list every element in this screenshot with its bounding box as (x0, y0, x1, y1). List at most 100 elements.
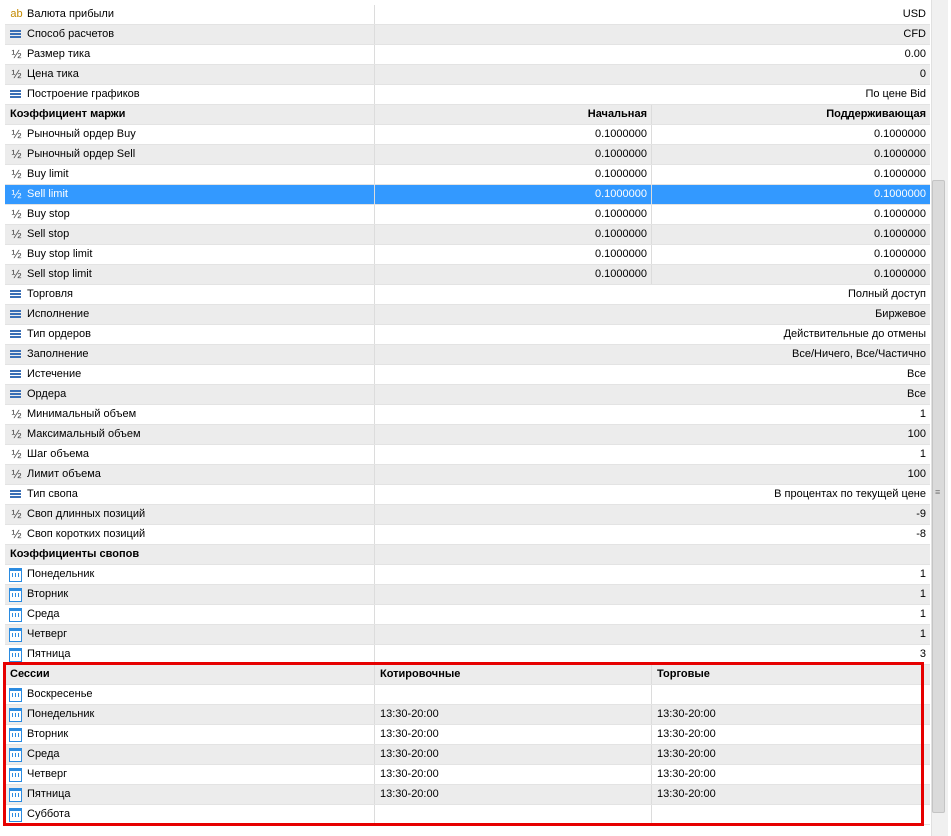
trading-row[interactable]: Шаг объема ½ 1 (5, 445, 930, 465)
property-row[interactable]: Цена тика ½ 0 (5, 65, 930, 85)
session-row[interactable]: Среда 13:30-20:00 13:30-20:00 (5, 745, 930, 765)
trading-row[interactable]: Своп коротких позиций ½ -8 (5, 525, 930, 545)
margin-maintenance-value: 0.1000000 (874, 228, 926, 240)
trading-label: Ордера (5, 385, 375, 404)
trading-value: 1 (919, 408, 926, 420)
session-quote-time (375, 805, 652, 824)
fraction-icon: ½ (11, 507, 22, 521)
fraction-icon: ½ (11, 427, 22, 441)
fraction-icon: ½ (11, 67, 22, 81)
fraction-icon: ½ (11, 467, 22, 481)
list-icon (10, 489, 21, 500)
margin-maintenance-value: 0.1000000 (874, 128, 926, 140)
session-quote-time (375, 685, 652, 704)
session-row[interactable]: Суббота (5, 805, 930, 825)
margin-label: Рыночный ордер Sell (5, 145, 375, 164)
trading-label: Шаг объема (5, 445, 375, 464)
calendar-icon (9, 808, 22, 822)
margin-initial-value: 0.1000000 (375, 225, 652, 244)
margin-initial-value: 0.1000000 (375, 265, 652, 284)
swaps-header: Коэффициенты свопов (5, 545, 375, 564)
swap-day-value: 1 (919, 568, 926, 580)
swap-day-row[interactable]: Четверг 1 (5, 625, 930, 645)
margin-row[interactable]: Рыночный ордер Buy ½ 0.1000000 0.1000000 (5, 125, 930, 145)
list-icon (10, 309, 21, 320)
margin-row[interactable]: Buy limit ½ 0.1000000 0.1000000 (5, 165, 930, 185)
fraction-icon: ½ (11, 187, 22, 201)
session-trade-time: 13:30-20:00 (657, 728, 716, 740)
list-icon (10, 369, 21, 380)
margin-row[interactable]: Buy stop limit ½ 0.1000000 0.1000000 (5, 245, 930, 265)
list-icon (10, 329, 21, 340)
calendar-icon (9, 688, 22, 702)
trading-row[interactable]: Минимальный объем ½ 1 (5, 405, 930, 425)
swap-day-row[interactable]: Среда 1 (5, 605, 930, 625)
session-row[interactable]: Четверг 13:30-20:00 13:30-20:00 (5, 765, 930, 785)
margin-row[interactable]: Sell stop limit ½ 0.1000000 0.1000000 (5, 265, 930, 285)
trading-row[interactable]: Тип ордеров Действительные до отмены (5, 325, 930, 345)
property-label: Размер тика (5, 45, 375, 64)
margin-header-maintenance: Поддерживающая (826, 108, 926, 120)
property-row[interactable]: Построение графиков По цене Bid (5, 85, 930, 105)
trading-value: Все (907, 368, 926, 380)
calendar-icon (9, 748, 22, 762)
calendar-icon (9, 648, 22, 662)
session-quote-time: 13:30-20:00 (375, 705, 652, 724)
trading-row[interactable]: Ордера Все (5, 385, 930, 405)
property-label: Способ расчетов (5, 25, 375, 44)
trading-row[interactable]: Заполнение Все/Ничего, Все/Частично (5, 345, 930, 365)
property-row[interactable]: Размер тика ½ 0.00 (5, 45, 930, 65)
session-trade-time (652, 685, 930, 704)
trading-label: Исполнение (5, 305, 375, 324)
scrollbar-grip-icon: ≡ (935, 487, 941, 497)
property-value: CFD (903, 28, 926, 40)
swaps-header-row[interactable]: Коэффициенты свопов (5, 545, 930, 565)
session-quote-time: 13:30-20:00 (375, 725, 652, 744)
margin-maintenance-value: 0.1000000 (874, 248, 926, 260)
calendar-icon (9, 768, 22, 782)
trading-row[interactable]: Истечение Все (5, 365, 930, 385)
swap-day-row[interactable]: Вторник 1 (5, 585, 930, 605)
margin-row[interactable]: Sell stop ½ 0.1000000 0.1000000 (5, 225, 930, 245)
session-row[interactable]: Пятница 13:30-20:00 13:30-20:00 (5, 785, 930, 805)
trading-value: -9 (916, 508, 926, 520)
trading-value: Все (907, 388, 926, 400)
trading-row[interactable]: Исполнение Биржевое (5, 305, 930, 325)
trading-row[interactable]: Лимит объема ½ 100 (5, 465, 930, 485)
session-day-label: Вторник (5, 725, 375, 744)
margin-maintenance-value: 0.1000000 (874, 168, 926, 180)
sessions-header-trade: Торговые (657, 668, 710, 680)
calendar-icon (9, 788, 22, 802)
sessions-header-row[interactable]: Сессии Котировочные Торговые (5, 665, 930, 685)
property-row[interactable]: Валюта прибыли ab USD (5, 5, 930, 25)
margin-initial-value: 0.1000000 (375, 185, 652, 204)
margin-initial-value: 0.1000000 (375, 145, 652, 164)
margin-row[interactable]: Buy stop ½ 0.1000000 0.1000000 (5, 205, 930, 225)
swap-day-row[interactable]: Понедельник 1 (5, 565, 930, 585)
session-day-label: Пятница (5, 785, 375, 804)
swap-day-row[interactable]: Пятница 3 (5, 645, 930, 665)
trading-value: 100 (907, 468, 926, 480)
session-row[interactable]: Понедельник 13:30-20:00 13:30-20:00 (5, 705, 930, 725)
trading-row[interactable]: Торговля Полный доступ (5, 285, 930, 305)
margin-header-row[interactable]: Коэффициент маржи Начальная Поддерживающая (5, 105, 930, 125)
session-row[interactable]: Воскресенье (5, 685, 930, 705)
margin-label: Рыночный ордер Buy (5, 125, 375, 144)
calendar-icon (9, 608, 22, 622)
property-row[interactable]: Способ расчетов CFD (5, 25, 930, 45)
margin-row[interactable]: Sell limit ½ 0.1000000 0.1000000 (5, 185, 930, 205)
trading-label: Максимальный объем (5, 425, 375, 444)
property-label: Валюта прибыли (5, 5, 375, 24)
session-row[interactable]: Вторник 13:30-20:00 13:30-20:00 (5, 725, 930, 745)
fraction-icon: ½ (11, 267, 22, 281)
trading-row[interactable]: Своп длинных позиций ½ -9 (5, 505, 930, 525)
property-value: 0 (919, 68, 926, 80)
trading-value: Действительные до отмены (783, 328, 926, 340)
fraction-icon: ½ (11, 527, 22, 541)
margin-row[interactable]: Рыночный ордер Sell ½ 0.1000000 0.1000000 (5, 145, 930, 165)
trading-label: Своп коротких позиций (5, 525, 375, 544)
trading-row[interactable]: Тип свопа В процентах по текущей цене (5, 485, 930, 505)
margin-label: Buy stop (5, 205, 375, 224)
trading-row[interactable]: Максимальный объем ½ 100 (5, 425, 930, 445)
fraction-icon: ½ (11, 447, 22, 461)
